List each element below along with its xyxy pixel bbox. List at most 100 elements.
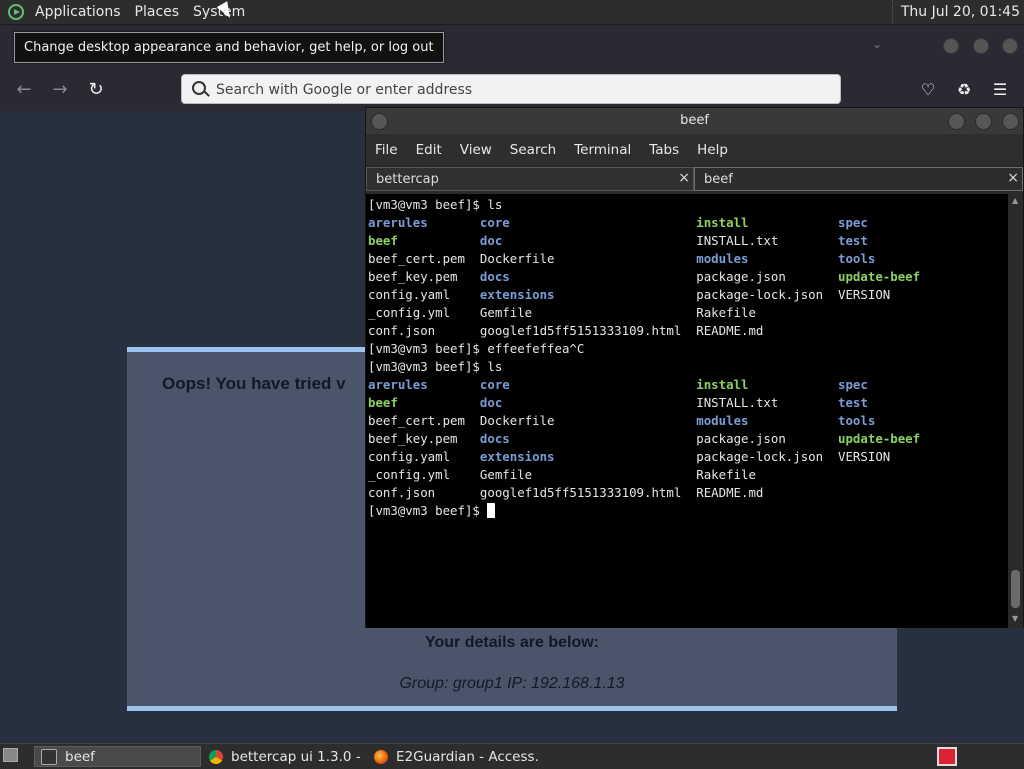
file-entry: conf.json xyxy=(368,485,436,500)
scrollbar-thumb[interactable] xyxy=(1011,570,1020,608)
file-entry: config.yaml xyxy=(368,449,451,464)
file-entry: extensions xyxy=(479,287,555,302)
file-entry: Dockerfile xyxy=(479,413,555,428)
extensions-icon[interactable]: ♻ xyxy=(952,78,976,102)
terminal-window: beef File Edit View Search Terminal Tabs… xyxy=(365,107,1024,628)
prompt-line: [vm3@vm3 beef]$ xyxy=(368,503,488,518)
bottom-panel: beef bettercap ui 1.3.0 - … E2Guardian -… xyxy=(0,743,1024,769)
file-entry: Gemfile xyxy=(479,467,533,482)
menu-file[interactable]: File xyxy=(366,142,407,158)
menu-search[interactable]: Search xyxy=(501,142,565,158)
tab-label: beef xyxy=(704,172,733,187)
file-entry: _config.yml xyxy=(368,467,451,482)
file-entry: install xyxy=(696,215,749,230)
terminal-output[interactable]: [vm3@vm3 beef]$ ls arerules core install… xyxy=(366,194,1008,628)
chevron-down-icon[interactable]: ⌄ xyxy=(872,37,882,51)
back-arrow-icon[interactable]: ← xyxy=(11,77,37,103)
file-entry: _config.yml xyxy=(368,305,451,320)
file-entry: test xyxy=(838,233,868,248)
maximize-icon[interactable] xyxy=(973,38,989,54)
menu-places[interactable]: Places xyxy=(128,0,187,24)
close-icon[interactable] xyxy=(1002,113,1019,130)
file-entry: VERSION xyxy=(838,449,891,464)
maximize-icon[interactable] xyxy=(975,113,992,130)
file-entry: spec xyxy=(838,215,868,230)
file-entry: Dockerfile xyxy=(479,251,555,266)
close-icon[interactable] xyxy=(1002,38,1018,54)
show-desktop-icon[interactable] xyxy=(3,748,18,762)
minimize-icon[interactable] xyxy=(943,38,959,54)
menu-help[interactable]: Help xyxy=(688,142,737,158)
file-entry: INSTALL.txt xyxy=(696,395,779,410)
menu-applications[interactable]: Applications xyxy=(28,0,128,24)
file-entry: arerules xyxy=(368,377,428,392)
task-firefox[interactable]: E2Guardian - Access… xyxy=(368,746,538,767)
task-terminal[interactable]: beef xyxy=(34,746,201,767)
menu-view[interactable]: View xyxy=(451,142,501,158)
chrome-icon xyxy=(209,749,223,764)
distro-logo-icon[interactable] xyxy=(8,4,24,20)
menu-terminal[interactable]: Terminal xyxy=(565,142,640,158)
top-panel: Applications Places System Thu Jul 20, 0… xyxy=(0,0,1024,25)
pocket-icon[interactable]: ♡ xyxy=(916,78,940,102)
minimize-icon[interactable] xyxy=(948,113,965,130)
text-cursor xyxy=(487,503,496,518)
browser-toolbar: ← → ↻ ♡ ♻ ☰ xyxy=(0,69,1024,112)
page-title: Oops! You have tried v xyxy=(162,374,346,393)
file-entry: core xyxy=(479,215,510,230)
terminal-titlebar[interactable]: beef xyxy=(366,108,1023,134)
file-entry: package-lock.json xyxy=(696,287,824,302)
search-icon xyxy=(192,81,206,95)
file-entry: extensions xyxy=(479,449,555,464)
file-entry: update-beef xyxy=(838,269,921,284)
scroll-down-icon[interactable]: ▼ xyxy=(1012,614,1018,623)
file-entry: tools xyxy=(838,251,876,266)
file-entry: test xyxy=(838,395,868,410)
clock[interactable]: Thu Jul 20, 01:45 xyxy=(891,0,1020,24)
scroll-up-icon[interactable]: ▲ xyxy=(1012,196,1018,205)
file-entry: spec xyxy=(838,377,868,392)
firefox-icon xyxy=(374,749,388,764)
file-entry: tools xyxy=(838,413,876,428)
file-entry: install xyxy=(696,377,749,392)
file-entry: modules xyxy=(696,251,749,266)
file-entry: docs xyxy=(479,269,510,284)
tab-beef[interactable]: beef × xyxy=(694,167,1023,191)
terminal-text: [vm3@vm3 beef]$ ls arerules core install… xyxy=(366,194,1008,520)
search-input[interactable] xyxy=(214,75,828,105)
file-entry: beef_cert.pem xyxy=(368,251,465,266)
file-entry: package-lock.json xyxy=(696,449,824,464)
terminal-scrollbar[interactable]: ▲ ▼ xyxy=(1008,194,1023,628)
details-heading: Your details are below: xyxy=(425,634,599,651)
file-entry: VERSION xyxy=(838,287,891,302)
forward-arrow-icon[interactable]: → xyxy=(47,77,73,103)
terminal-menubar: File Edit View Search Terminal Tabs Help xyxy=(366,135,1023,164)
file-entry: README.md xyxy=(696,485,764,500)
file-entry: arerules xyxy=(368,215,428,230)
file-entry: beef_key.pem xyxy=(368,431,458,446)
file-entry: doc xyxy=(479,233,503,248)
file-entry: Rakefile xyxy=(696,467,756,482)
file-entry: beef_key.pem xyxy=(368,269,458,284)
file-entry: beef xyxy=(368,395,398,410)
address-bar[interactable] xyxy=(181,74,841,105)
task-label: E2Guardian - Access… xyxy=(396,748,538,765)
tab-label: bettercap xyxy=(376,172,439,187)
file-entry: Rakefile xyxy=(696,305,756,320)
workspace-switcher-icon[interactable] xyxy=(937,747,957,766)
terminal-icon xyxy=(41,748,57,765)
prompt-line: [vm3@vm3 beef]$ ls xyxy=(368,197,503,212)
prompt-line: [vm3@vm3 beef]$ ls xyxy=(368,359,503,374)
menu-edit[interactable]: Edit xyxy=(407,142,451,158)
menu-tabs[interactable]: Tabs xyxy=(640,142,688,158)
file-entry: config.yaml xyxy=(368,287,451,302)
details-line: Group: group1 IP: 192.168.1.13 xyxy=(399,675,625,692)
tab-bettercap[interactable]: bettercap × xyxy=(366,167,694,191)
file-entry: doc xyxy=(479,395,503,410)
file-entry: conf.json xyxy=(368,323,436,338)
hamburger-menu-icon[interactable]: ☰ xyxy=(988,78,1012,102)
reload-icon[interactable]: ↻ xyxy=(83,77,109,103)
close-tab-icon[interactable]: × xyxy=(1007,170,1019,186)
task-chrome[interactable]: bettercap ui 1.3.0 - … xyxy=(203,746,365,767)
close-tab-icon[interactable]: × xyxy=(678,170,690,186)
